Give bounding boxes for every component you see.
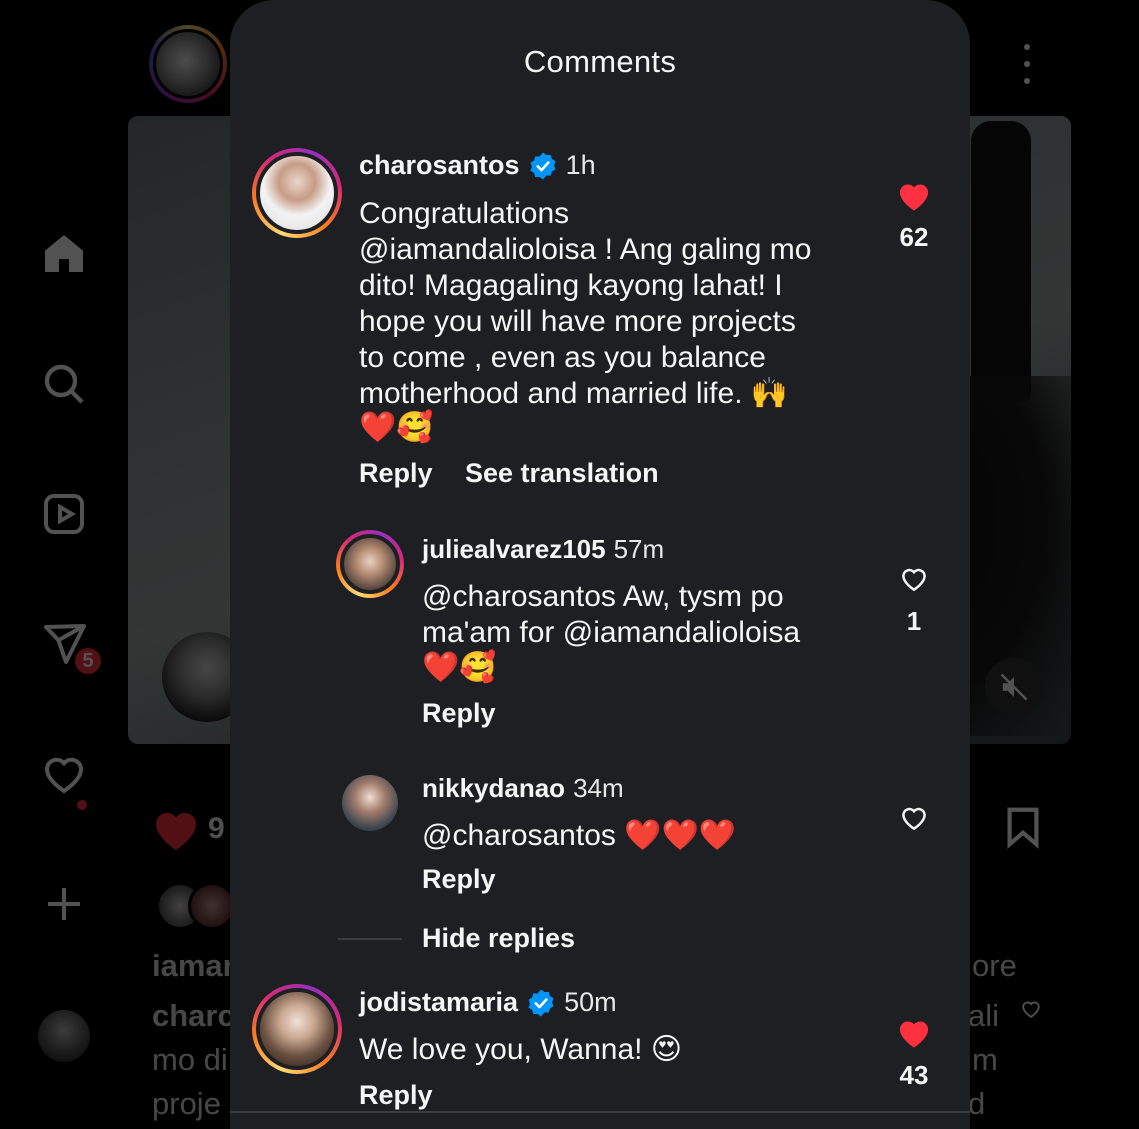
- profile-avatar[interactable]: [38, 1010, 90, 1062]
- more-options-icon[interactable]: [1012, 44, 1042, 84]
- commenter-avatar-nikkydanao[interactable]: [342, 775, 398, 831]
- post-author-avatar[interactable]: [149, 25, 227, 103]
- commenter-avatar-charosantos[interactable]: [252, 148, 342, 238]
- modal-title: Comments: [523, 44, 677, 79]
- notification-dot: [77, 800, 87, 810]
- comment-header: juliealvarez105 57m: [422, 534, 664, 565]
- post-like-count: 9: [208, 812, 225, 845]
- post-like-icon[interactable]: [152, 808, 200, 857]
- comment-preview-text: ali: [968, 998, 1000, 1033]
- comment-username[interactable]: jodistamaria: [359, 987, 518, 1018]
- comment-preview-text: mo di: [152, 1042, 228, 1077]
- comment-emojis: ❤️🥰: [359, 411, 434, 444]
- reply-button[interactable]: Reply: [422, 864, 496, 895]
- comment-text: We love you, Wanna! 😍: [359, 1033, 683, 1066]
- comment-preview-user[interactable]: charc: [152, 998, 235, 1034]
- comment-preview-text: m: [972, 1042, 998, 1077]
- comment-time: 50m: [564, 987, 617, 1017]
- hide-replies-divider: [338, 938, 402, 940]
- caption-username[interactable]: iamar: [152, 948, 235, 984]
- verified-badge-icon: [530, 152, 556, 179]
- commenter-avatar-juliealvarez105[interactable]: [336, 530, 404, 598]
- comment-username[interactable]: charosantos: [359, 150, 520, 181]
- comment-like-heart-icon[interactable]: [896, 561, 932, 597]
- comment-header: jodistamaria 50m: [359, 987, 617, 1018]
- bookmark-icon[interactable]: [1000, 804, 1046, 855]
- comment-text: Congratulations @iamandalioloisa ! Ang g…: [359, 197, 812, 410]
- comment-username[interactable]: juliealvarez105: [422, 534, 606, 565]
- more-link[interactable]: ore: [972, 948, 1017, 984]
- comment-header: nikkydanao 34m: [422, 773, 624, 804]
- comment-like-count: 62: [899, 222, 929, 252]
- comment-like-heart-icon[interactable]: [896, 800, 932, 836]
- commenter-avatar-jodistamaria[interactable]: [252, 984, 342, 1074]
- comment-username[interactable]: nikkydanao: [422, 773, 565, 804]
- comment-preview-text: proje: [152, 1086, 221, 1121]
- see-translation-button[interactable]: See translation: [465, 458, 659, 489]
- comment-time: 34m: [573, 773, 624, 803]
- comment-like-count: 43: [899, 1060, 929, 1090]
- comment-text: @charosantos ❤️❤️❤️: [422, 819, 737, 852]
- comment-like-heart-icon[interactable]: [896, 178, 932, 214]
- verified-badge-icon: [528, 989, 554, 1016]
- liker-avatar: [188, 882, 236, 930]
- reply-button[interactable]: Reply: [359, 1080, 433, 1111]
- comment-like-heart-icon[interactable]: [896, 1015, 932, 1051]
- comment-time: 57m: [613, 534, 665, 564]
- reels-icon[interactable]: [38, 488, 90, 540]
- reply-button[interactable]: Reply: [422, 698, 496, 729]
- comment-time: 1h: [565, 150, 596, 180]
- notifications-heart-icon[interactable]: [38, 748, 90, 800]
- composer-divider: [230, 1111, 970, 1113]
- comment-header: charosantos 1h: [359, 150, 596, 181]
- comment-text: @charosantos Aw, tysm po ma'am for @iama…: [422, 580, 801, 649]
- comment-emojis: ❤️🥰: [422, 651, 497, 684]
- reply-button[interactable]: Reply: [359, 458, 433, 489]
- comments-modal: Comments charosantos 1h Congratulations …: [230, 0, 970, 1129]
- comment-like-count: 1: [906, 606, 922, 636]
- messages-badge: 5: [72, 645, 104, 677]
- mute-icon[interactable]: [985, 658, 1043, 716]
- comment-preview-text: d: [968, 1086, 986, 1121]
- home-icon[interactable]: [38, 228, 90, 280]
- comment-preview-like-icon[interactable]: [1020, 998, 1042, 1025]
- create-plus-icon[interactable]: [38, 878, 90, 930]
- hide-replies-button[interactable]: Hide replies: [422, 923, 575, 954]
- search-icon[interactable]: [38, 358, 90, 410]
